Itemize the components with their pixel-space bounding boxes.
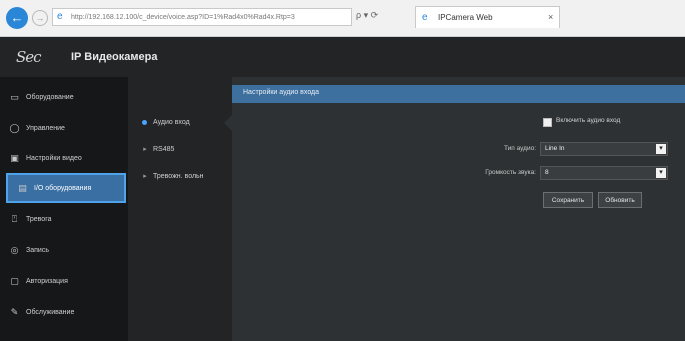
sidebar-item-record[interactable]: ◎ Запись [0, 235, 128, 265]
volume-label: Громкость звука: [485, 169, 536, 176]
auth-icon: ▢ [10, 275, 19, 286]
sidebar-item-maintenance[interactable]: ✎ Обслуживание [0, 297, 128, 327]
sidebar-item-control[interactable]: ◯ Управление [0, 113, 128, 143]
chevron-down-icon[interactable]: ▾ [656, 168, 666, 178]
control-icon: ◯ [9, 122, 20, 133]
chevron-down-icon[interactable]: ▾ [656, 144, 666, 154]
save-button[interactable]: Сохранить [543, 192, 593, 208]
ie-icon: e [57, 11, 63, 22]
subnav-item-alarm-out[interactable]: ▸ Тревожн. вольн [142, 172, 204, 181]
enable-audio-checkbox[interactable] [543, 118, 552, 127]
sidebar-item-alarm[interactable]: ⍞ Тревога [0, 204, 128, 234]
bullet-icon: ▸ [143, 173, 147, 180]
close-icon[interactable]: × [548, 12, 553, 22]
browser-tab[interactable]: IPCamera Web [415, 6, 560, 28]
sidebar-item-label: Запись [26, 246, 49, 254]
subnav-item-label: RS485 [153, 145, 175, 153]
volume-value: 8 [545, 169, 549, 176]
forward-arrow-icon[interactable]: → [32, 10, 48, 26]
brand-logo: Sec [16, 48, 42, 66]
io-icon: ▤ [18, 182, 27, 193]
monitor-icon: ▭ [10, 91, 19, 102]
sidebar-item-label: Тревога [26, 215, 52, 223]
sidebar-item-equipment[interactable]: ▭ Оборудование [0, 82, 128, 112]
address-tools[interactable]: ρ ▾ ⟳ [356, 10, 378, 21]
page-title: Настройки аудио входа [243, 89, 320, 96]
subnav [128, 77, 232, 341]
tab-ie-icon: e [422, 12, 428, 23]
sidebar-item-label: Авторизация [26, 277, 68, 285]
refresh-button[interactable]: Обновить [598, 192, 642, 208]
audio-type-value: Line In [545, 145, 565, 152]
subnav-pointer [224, 115, 232, 131]
sidebar-item-label: Оборудование [26, 93, 74, 101]
audio-type-label: Тип аудио: [503, 145, 536, 152]
bullet-icon: ▸ [143, 146, 147, 153]
sidebar-item-label: Управление [26, 124, 65, 132]
sidebar-item-label: Настройки видео [26, 154, 82, 162]
alarm-icon: ⍞ [11, 213, 18, 224]
sidebar-item-io[interactable]: ▤ I/O оборудования [6, 173, 126, 203]
wrench-icon: ✎ [10, 306, 19, 317]
address-bar[interactable]: http://192.168.12.100/c_device/voice.asp… [52, 8, 352, 26]
enable-audio-label: Включить аудио вход [556, 117, 621, 124]
volume-select[interactable]: 8 ▾ [540, 166, 668, 180]
subnav-item-rs485[interactable]: ▸ RS485 [142, 145, 175, 154]
sidebar-item-label: I/O оборудования [34, 184, 92, 192]
subnav-item-label: Тревожн. вольн [153, 172, 204, 180]
active-dot-icon [142, 120, 147, 125]
back-arrow-icon[interactable]: ← [6, 7, 28, 29]
subnav-item-audio-in[interactable]: Аудио вход [142, 119, 190, 126]
sidebar-item-label: Обслуживание [26, 308, 75, 316]
sidebar-item-video-settings[interactable]: ▣ Настройки видео [0, 143, 128, 173]
subnav-item-label: Аудио вход [153, 119, 190, 126]
app-title: IP Видеокамера [71, 51, 158, 63]
sidebar-item-auth[interactable]: ▢ Авторизация [0, 266, 128, 296]
audio-type-select[interactable]: Line In ▾ [540, 142, 668, 156]
record-icon: ◎ [10, 244, 19, 255]
video-icon: ▣ [10, 152, 19, 163]
